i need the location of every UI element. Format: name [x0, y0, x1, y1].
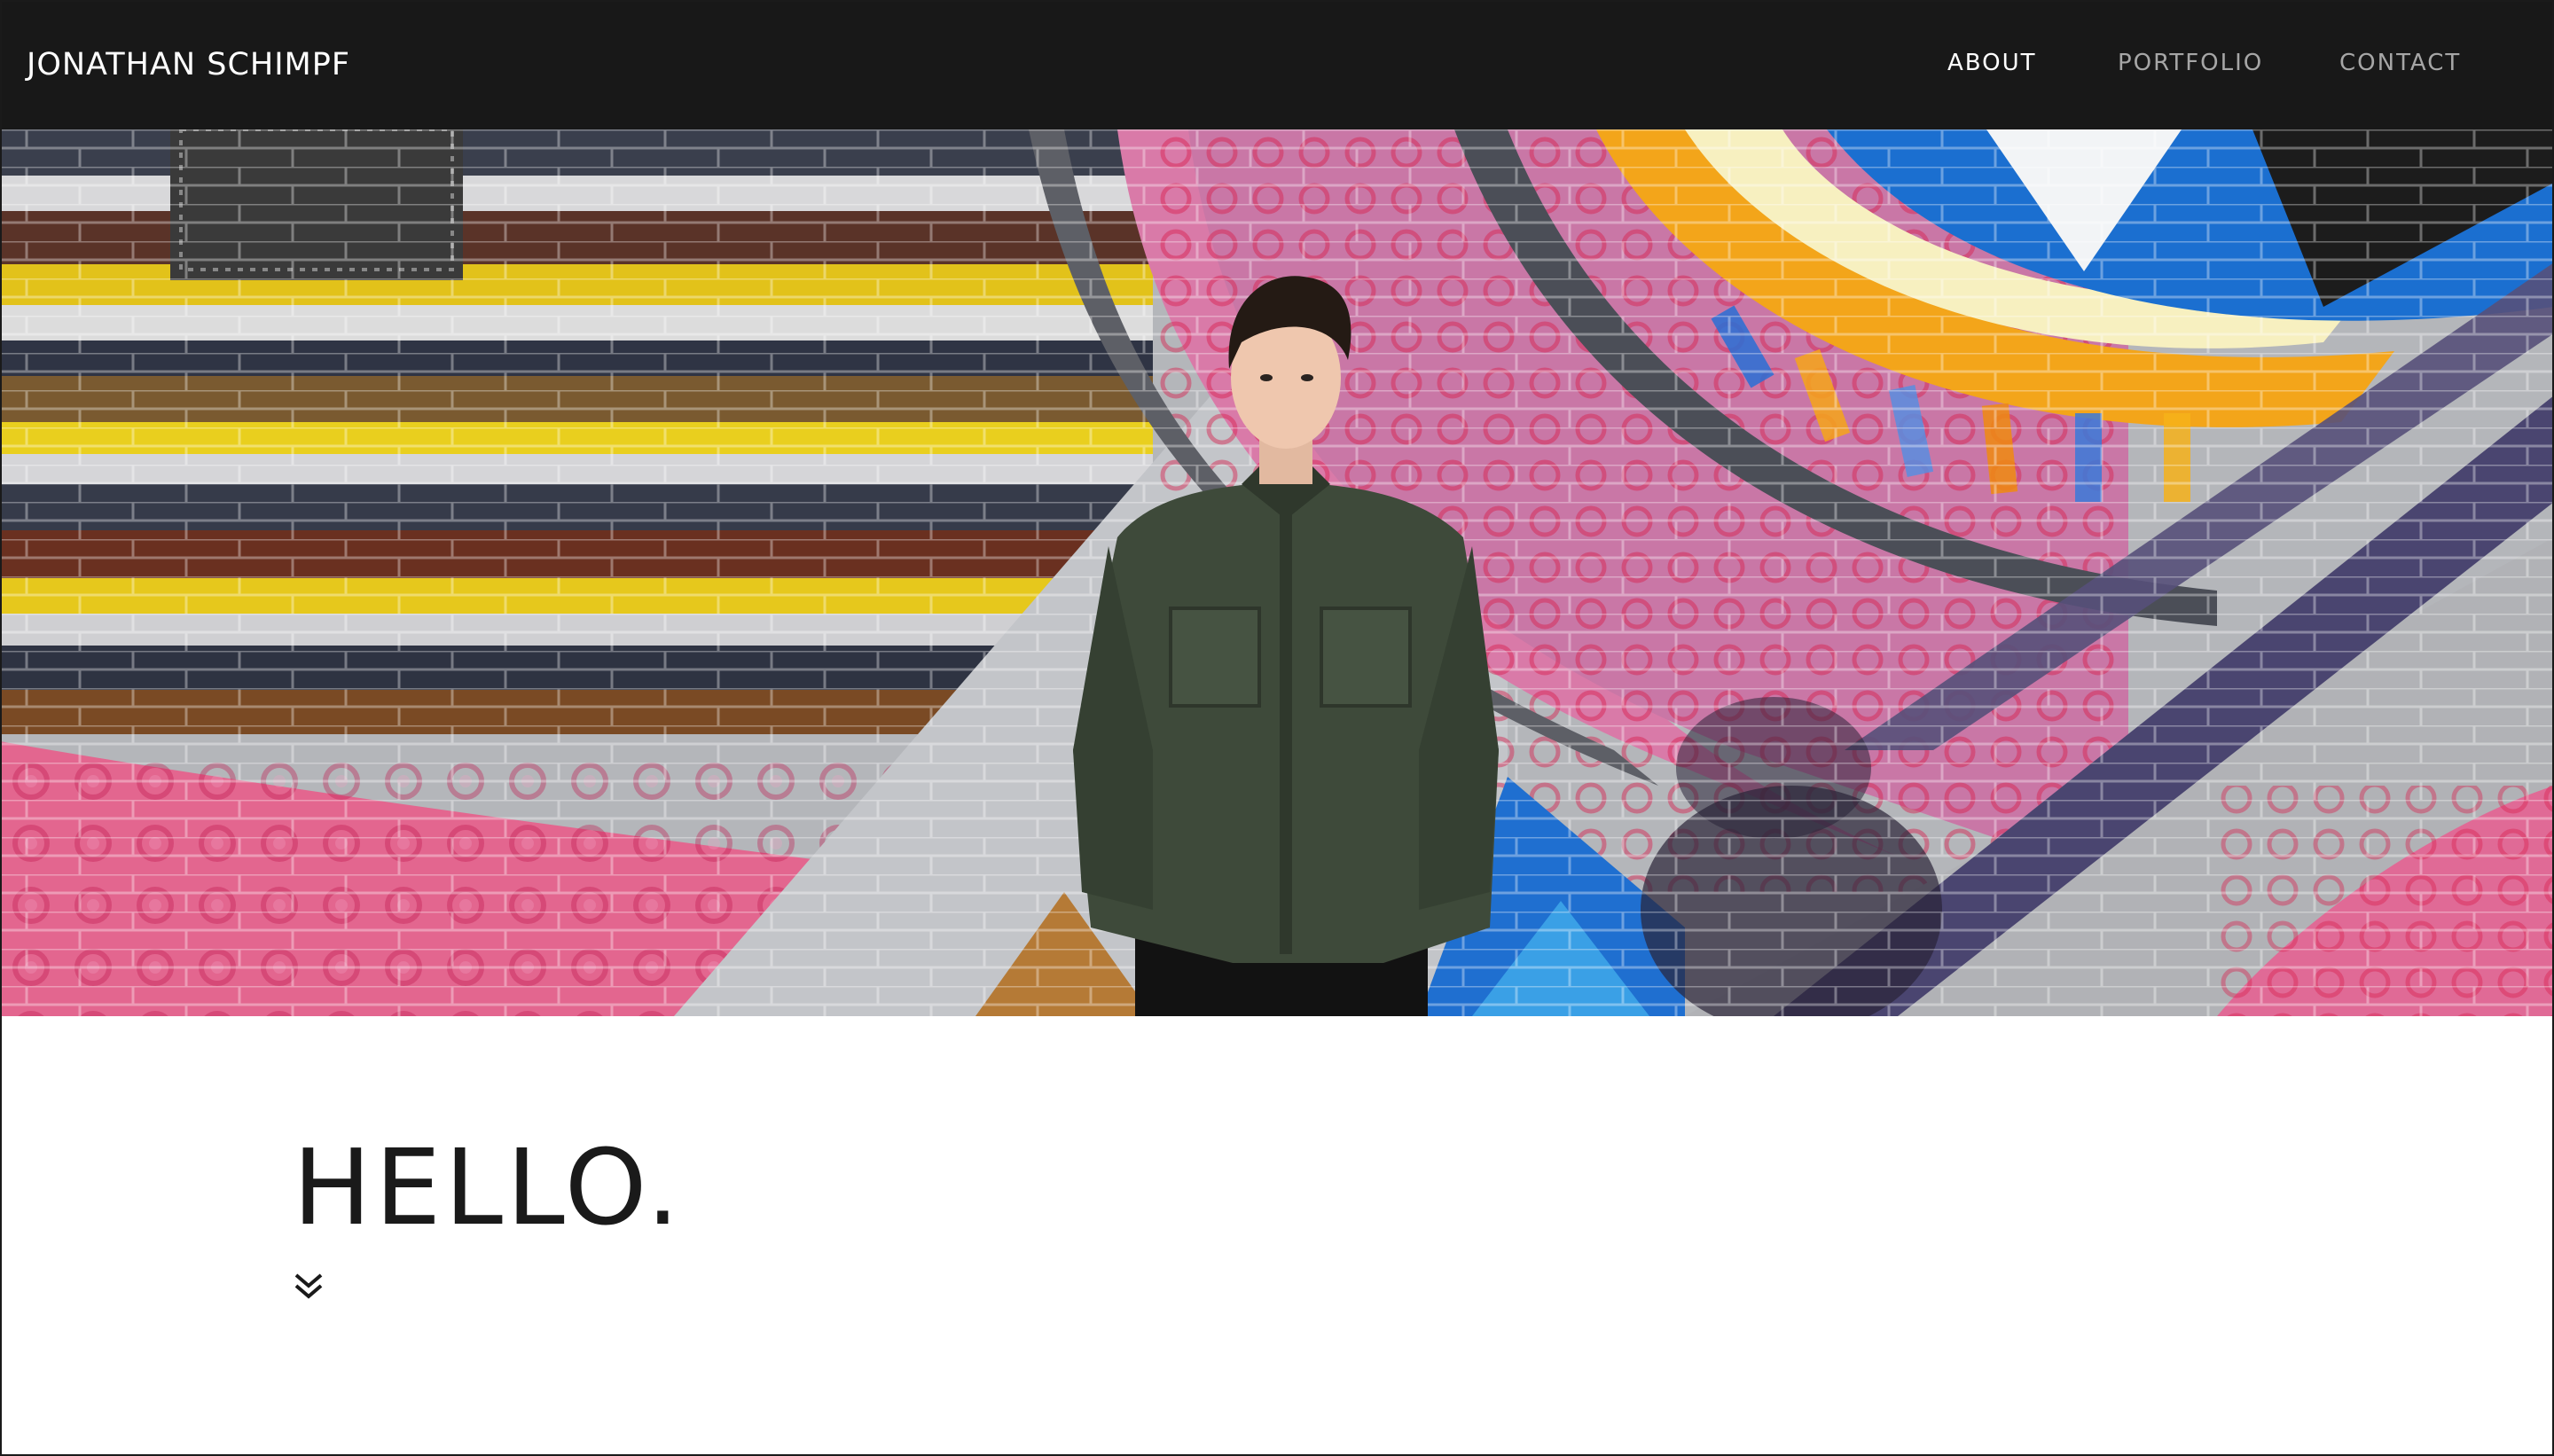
nav-item-about[interactable]: ABOUT	[1947, 50, 2037, 76]
main-nav: ABOUT PORTFOLIO CONTACT	[0, 0, 2554, 129]
nav-item-portfolio[interactable]: PORTFOLIO	[2118, 50, 2263, 76]
intro-heading: HELLO.	[293, 1126, 684, 1249]
nav-item-contact[interactable]: CONTACT	[2339, 50, 2461, 76]
scroll-down-button[interactable]	[291, 1270, 326, 1305]
double-chevron-down-icon	[294, 1273, 323, 1299]
hero-image	[0, 129, 2554, 1016]
site-header: JONATHAN SCHIMPF ABOUT PORTFOLIO CONTACT	[0, 0, 2554, 129]
hero-banner	[0, 129, 2554, 1016]
